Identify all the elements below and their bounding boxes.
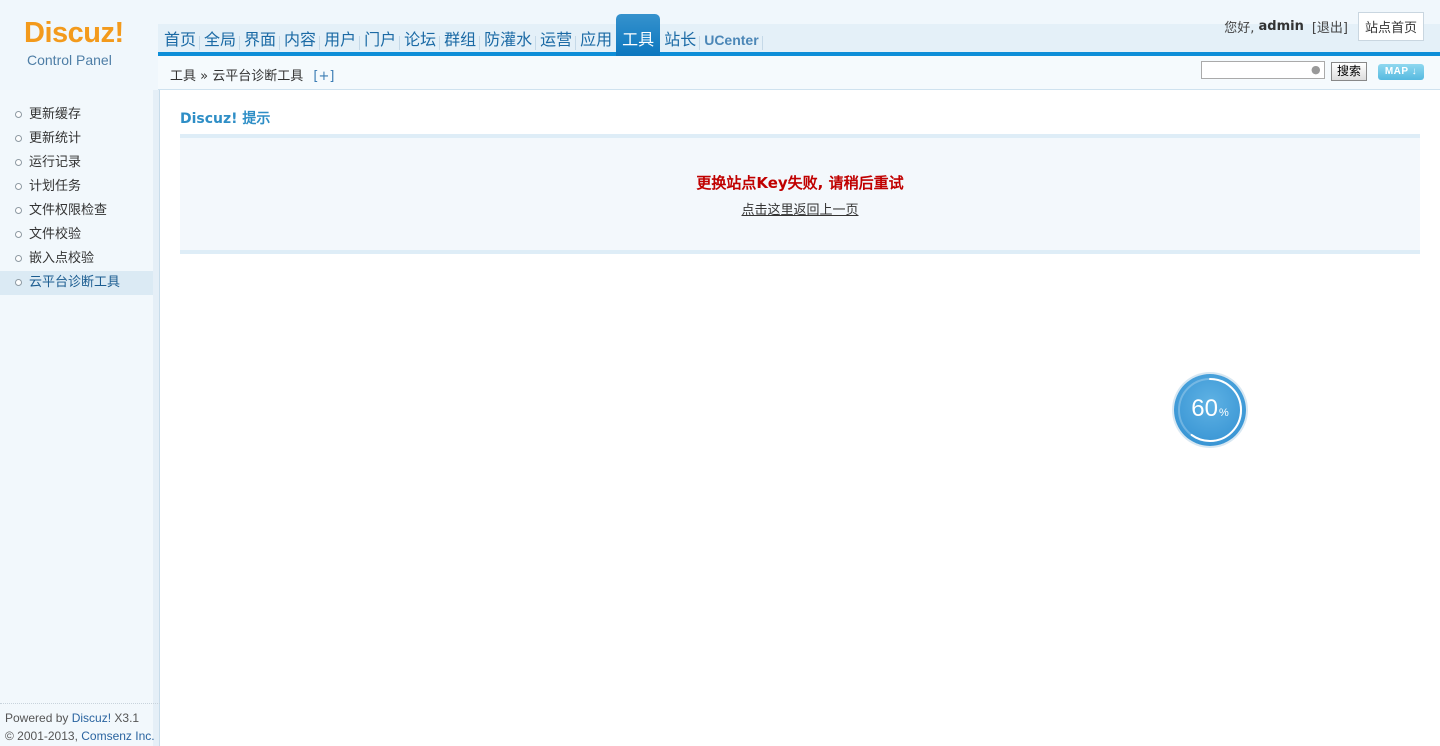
nav-user[interactable]: 用户 — [320, 14, 361, 56]
sidebar-item-label: 计划任务 — [29, 179, 82, 194]
nav-label: 界面 — [244, 30, 277, 49]
sidebar-item-run-log[interactable]: 运行记录 — [0, 151, 153, 175]
sidebar-item-label: 文件校验 — [29, 227, 82, 242]
sidebar-menu: 更新缓存 更新统计 运行记录 计划任务 文件权限检查 文件校验 嵌入点校验 云平… — [0, 103, 153, 295]
logo[interactable]: Discuz! Control Panel — [0, 0, 158, 90]
nav-label: 全局 — [204, 30, 237, 49]
footer-powered: Powered by Discuz! X3.1 — [0, 709, 160, 727]
nav-founder[interactable]: 站长 — [660, 14, 701, 56]
bullet-icon — [15, 207, 22, 214]
nav-global[interactable]: 全局 — [200, 14, 241, 56]
progress-value: 60% — [1174, 394, 1246, 428]
sidebar-item-label: 嵌入点校验 — [29, 251, 95, 266]
nav-tools[interactable]: 工具 — [616, 14, 661, 56]
nav-label: 用户 — [324, 30, 357, 49]
nav-label: 防灌水 — [484, 30, 533, 49]
breadcrumb: 工具 » 云平台诊断工具 [+] — [170, 65, 334, 84]
error-message: 更换站点Key失败, 请稍后重试 — [696, 174, 904, 192]
main-nav: 首页 全局 界面 内容 用户 门户 论坛 群组 防灌水 运营 应用 工具 站长 … — [160, 14, 764, 56]
sidebar-item-hook-check[interactable]: 嵌入点校验 — [0, 247, 153, 271]
bullet-icon — [15, 255, 22, 262]
greeting-text: 您好, — [1224, 21, 1255, 36]
nav-plugin[interactable]: 应用 — [576, 14, 616, 56]
sidebar-item-update-cache[interactable]: 更新缓存 — [0, 103, 153, 127]
search-input[interactable]: ● — [1201, 61, 1325, 79]
nav-forum[interactable]: 论坛 — [400, 14, 441, 56]
sidebar-divider — [153, 90, 160, 746]
logo-brand: Discuz! — [24, 17, 124, 49]
sidebar-item-label: 文件权限检查 — [29, 203, 108, 218]
sidebar-item-cloud-diagnose[interactable]: 云平台诊断工具 — [0, 271, 153, 295]
nav-ucenter[interactable]: UCenter — [700, 14, 764, 56]
nav-home[interactable]: 首页 — [160, 14, 201, 56]
nav-safe[interactable]: 防灌水 — [480, 14, 537, 56]
sidebar-item-label: 云平台诊断工具 — [29, 275, 121, 290]
nav-operation[interactable]: 运营 — [536, 14, 577, 56]
sidebar-item-update-stats[interactable]: 更新统计 — [0, 127, 153, 151]
bullet-icon — [15, 135, 22, 142]
sub-bar: 工具 » 云平台诊断工具 [+] ● 搜索 MAP ↓ — [158, 56, 1440, 90]
nav-group[interactable]: 群组 — [440, 14, 481, 56]
nav-label: 内容 — [284, 30, 317, 49]
back-link[interactable]: 点击这里返回上一页 — [741, 203, 858, 218]
logo-subtitle: Control Panel — [27, 52, 112, 68]
logout-link[interactable]: [退出] — [1312, 17, 1348, 36]
progress-unit: % — [1218, 407, 1229, 419]
message-box: 更换站点Key失败, 请稍后重试 点击这里返回上一页 — [180, 134, 1420, 254]
sidebar: 更新缓存 更新统计 运行记录 计划任务 文件权限检查 文件校验 嵌入点校验 云平… — [0, 90, 153, 746]
progress-widget[interactable]: 60% — [1174, 374, 1246, 446]
sidebar-item-file-check[interactable]: 文件校验 — [0, 223, 153, 247]
nav-portal[interactable]: 门户 — [360, 14, 401, 56]
footer-copyright: © 2001-2013, Comsenz Inc. — [0, 727, 160, 745]
bullet-icon — [15, 183, 22, 190]
page-title: Discuz! 提示 — [180, 111, 271, 127]
sidebar-item-label: 更新统计 — [29, 131, 82, 146]
nav-label: 应用 — [580, 30, 613, 49]
breadcrumb-section[interactable]: 工具 — [170, 69, 196, 84]
bullet-icon — [15, 231, 22, 238]
back-link-row: 点击这里返回上一页 — [180, 199, 1420, 218]
nav-label: 门户 — [364, 30, 397, 49]
progress-number: 60 — [1191, 395, 1218, 422]
map-button[interactable]: MAP ↓ — [1378, 64, 1424, 80]
bullet-icon — [15, 279, 22, 286]
footer-company-link[interactable]: Comsenz Inc. — [81, 729, 154, 743]
username: admin — [1258, 19, 1304, 34]
microphone-icon[interactable]: ● — [1311, 64, 1321, 76]
site-home-button[interactable]: 站点首页 — [1357, 12, 1424, 41]
nav-label: UCenter — [704, 32, 759, 48]
sidebar-item-label: 更新缓存 — [29, 107, 82, 122]
nav-label: 站长 — [664, 30, 697, 49]
footer: Powered by Discuz! X3.1 © 2001-2013, Com… — [0, 703, 160, 745]
bullet-icon — [15, 159, 22, 166]
nav-label: 运营 — [540, 30, 573, 49]
sidebar-item-label: 运行记录 — [29, 155, 82, 170]
search-button[interactable]: 搜索 — [1331, 62, 1367, 81]
nav-label: 群组 — [444, 30, 477, 49]
footer-version: X3.1 — [114, 711, 140, 725]
bullet-icon — [15, 111, 22, 118]
footer-powered-text: Powered by — [5, 711, 69, 725]
footer-copyright-text: © 2001-2013, — [5, 729, 78, 743]
breadcrumb-current: 云平台诊断工具 — [212, 69, 304, 84]
nav-style[interactable]: 界面 — [240, 14, 281, 56]
footer-product-link[interactable]: Discuz! — [72, 711, 111, 725]
nav-content[interactable]: 内容 — [280, 14, 321, 56]
sidebar-item-cron[interactable]: 计划任务 — [0, 175, 153, 199]
add-shortcut-link[interactable]: [+] — [313, 69, 334, 84]
nav-label: 工具 — [622, 30, 655, 49]
nav-label: 论坛 — [404, 30, 437, 49]
user-box: 您好, admin [退出] 站点首页 — [1224, 12, 1424, 41]
nav-label: 首页 — [164, 30, 197, 49]
breadcrumb-separator: » — [200, 69, 209, 84]
sidebar-item-file-perms[interactable]: 文件权限检查 — [0, 199, 153, 223]
